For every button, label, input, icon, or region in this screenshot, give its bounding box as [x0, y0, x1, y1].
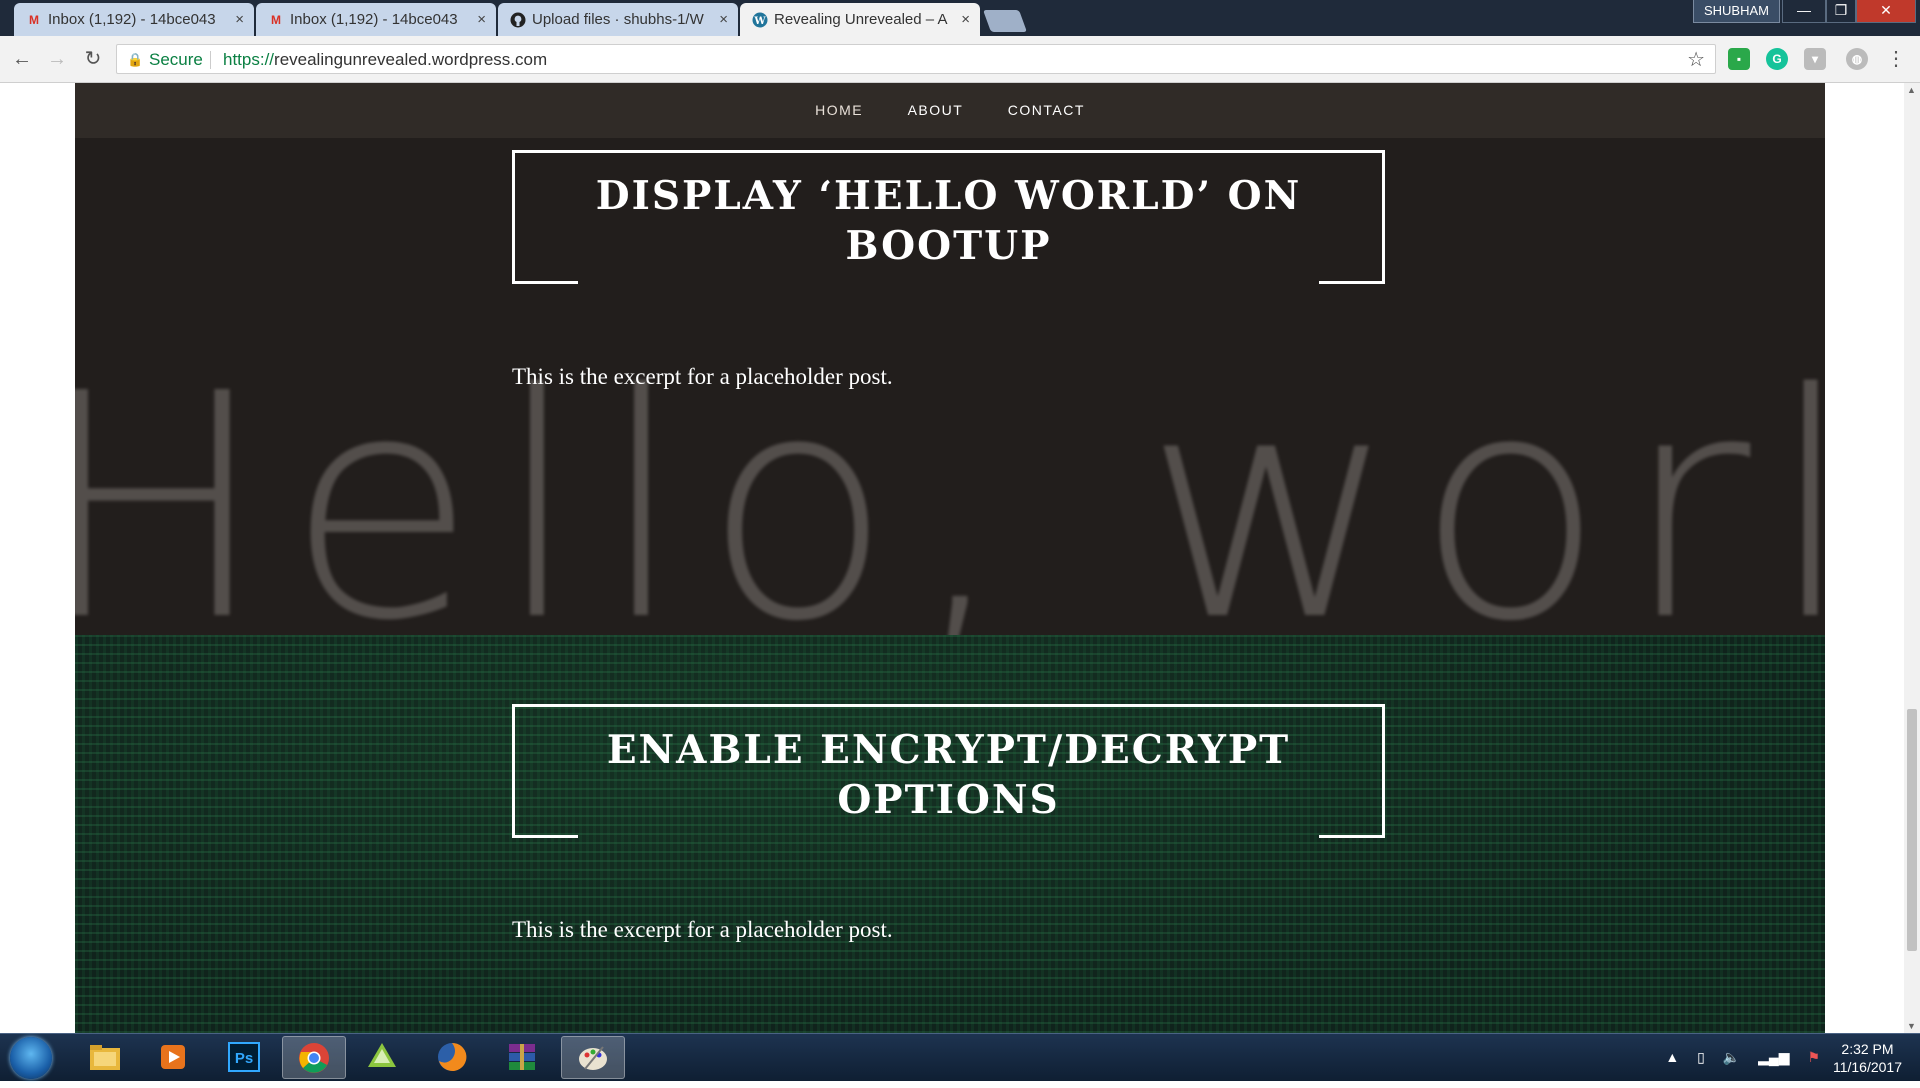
tab-gmail-2[interactable]: M Inbox (1,192) - 14bce043 × — [256, 3, 496, 36]
windows-taskbar: Ps ▲ ▯ 🔈 ▂▄▆ ⚑ 2:32 PM 11/16/2017 — [0, 1033, 1920, 1081]
close-icon[interactable]: × — [477, 3, 486, 36]
frame-corner — [1319, 835, 1385, 838]
minimize-icon[interactable]: — — [1782, 0, 1826, 23]
start-button[interactable] — [10, 1037, 52, 1079]
gmail-icon: M — [29, 13, 39, 27]
bookmark-star-icon[interactable]: ☆ — [1687, 45, 1705, 75]
gmail-icon: M — [271, 13, 281, 27]
firefox-icon[interactable] — [420, 1036, 484, 1079]
media-player-icon[interactable] — [141, 1036, 205, 1079]
svg-text:W: W — [753, 16, 766, 27]
grammarly-icon[interactable]: G — [1766, 48, 1788, 70]
page-viewport: HOME ABOUT CONTACT Hello, world Display … — [0, 83, 1904, 1033]
maximize-icon[interactable]: ❐ — [1826, 0, 1856, 23]
file-explorer-icon[interactable] — [73, 1036, 137, 1079]
frame-corner — [1319, 281, 1385, 284]
frame-corner — [512, 835, 578, 838]
tab-github[interactable]: Upload files · shubhs-1/W × — [498, 3, 738, 36]
svg-text:Ps: Ps — [235, 1050, 253, 1067]
scroll-thumb[interactable] — [1907, 709, 1917, 951]
forward-arrow-icon[interactable]: → — [42, 44, 72, 74]
post-card: Enable Encrypt/Decrypt Options This is t… — [75, 635, 1825, 1033]
url-scheme: https:// — [223, 50, 275, 69]
paint-icon[interactable] — [561, 1036, 625, 1079]
inkscape-icon[interactable] — [350, 1036, 414, 1079]
post-title-frame: Enable Encrypt/Decrypt Options — [512, 704, 1385, 838]
post-card: Hello, world Display ‘Hello World’ on Bo… — [75, 138, 1825, 635]
post-excerpt: This is the excerpt for a placeholder po… — [512, 364, 893, 389]
wordpress-icon: W — [752, 12, 768, 28]
action-center-flag-icon[interactable]: ⚑ — [1807, 1049, 1820, 1065]
pocket-icon[interactable]: ▾ — [1804, 48, 1826, 70]
close-icon[interactable]: × — [235, 3, 244, 36]
volume-icon[interactable]: 🔈 — [1723, 1049, 1740, 1065]
reload-icon[interactable]: ↻ — [78, 44, 108, 74]
lock-icon: 🔒 — [127, 52, 144, 67]
address-bar[interactable]: 🔒 Secure https://revealingunrevealed.wor… — [116, 44, 1716, 74]
system-tray: ▲ ▯ 🔈 ▂▄▆ ⚑ — [1651, 1034, 1820, 1081]
close-icon[interactable]: × — [719, 3, 728, 36]
new-tab-button[interactable] — [982, 10, 1028, 32]
post-excerpt: This is the excerpt for a placeholder po… — [512, 917, 893, 942]
url-host: revealingunrevealed.wordpress.com — [274, 50, 548, 69]
scroll-up-icon[interactable]: ▲ — [1907, 85, 1916, 95]
nav-about[interactable]: ABOUT — [908, 83, 964, 138]
post-title[interactable]: Enable Encrypt/Decrypt Options — [515, 725, 1382, 825]
tab-strip: M Inbox (1,192) - 14bce043 × M Inbox (1,… — [0, 0, 1920, 36]
chrome-icon[interactable] — [282, 1036, 346, 1079]
globe-icon[interactable]: ◍ — [1846, 48, 1868, 70]
github-icon — [510, 12, 526, 28]
menu-icon[interactable]: ⋮ — [1886, 44, 1906, 74]
post-title-frame: Display ‘Hello World’ on Bootup — [512, 150, 1385, 284]
nav-contact[interactable]: CONTACT — [1008, 83, 1085, 138]
tab-gmail-1[interactable]: M Inbox (1,192) - 14bce043 × — [14, 3, 254, 36]
scroll-down-icon[interactable]: ▼ — [1907, 1021, 1916, 1031]
show-hidden-icons[interactable]: ▲ — [1665, 1049, 1679, 1065]
site-container: HOME ABOUT CONTACT Hello, world Display … — [75, 83, 1825, 1033]
clock-time: 2:32 PM — [1841, 1041, 1894, 1057]
url-text[interactable]: https://revealingunrevealed.wordpress.co… — [223, 45, 547, 75]
extension-icon[interactable]: ▪ — [1728, 48, 1750, 70]
nav-home[interactable]: HOME — [815, 83, 863, 138]
browser-toolbar: ← → ↻ 🔒 Secure https://revealingunreveal… — [0, 36, 1920, 83]
post-title[interactable]: Display ‘Hello World’ on Bootup — [515, 171, 1382, 271]
photoshop-icon[interactable]: Ps — [212, 1036, 276, 1079]
page-scrollbar[interactable]: ▲ ▼ — [1904, 83, 1920, 1033]
tab-title: Inbox (1,192) - 14bce043 — [290, 11, 458, 28]
back-arrow-icon[interactable]: ← — [7, 44, 37, 74]
tab-title: Inbox (1,192) - 14bce043 — [48, 11, 216, 28]
tab-title: Revealing Unrevealed – A — [774, 11, 948, 28]
system-clock[interactable]: 2:32 PM 11/16/2017 — [1833, 1040, 1902, 1076]
battery-icon[interactable]: ▯ — [1697, 1049, 1705, 1065]
frame-corner — [512, 281, 578, 284]
omnibox-divider — [210, 51, 211, 69]
close-icon[interactable]: × — [961, 3, 970, 36]
winrar-icon[interactable] — [490, 1036, 554, 1079]
clock-date: 11/16/2017 — [1832, 1059, 1902, 1075]
network-signal-icon[interactable]: ▂▄▆ — [1758, 1049, 1789, 1065]
secure-label: Secure — [149, 50, 203, 69]
profile-badge[interactable]: SHUBHAM — [1692, 0, 1780, 23]
close-window-icon[interactable]: ✕ — [1856, 0, 1916, 23]
site-navigation: HOME ABOUT CONTACT — [75, 83, 1825, 139]
hello-world-image: Hello, world — [75, 328, 1825, 635]
tab-wordpress[interactable]: W Revealing Unrevealed – A × — [740, 3, 980, 36]
tab-title: Upload files · shubhs-1/W — [532, 11, 704, 28]
